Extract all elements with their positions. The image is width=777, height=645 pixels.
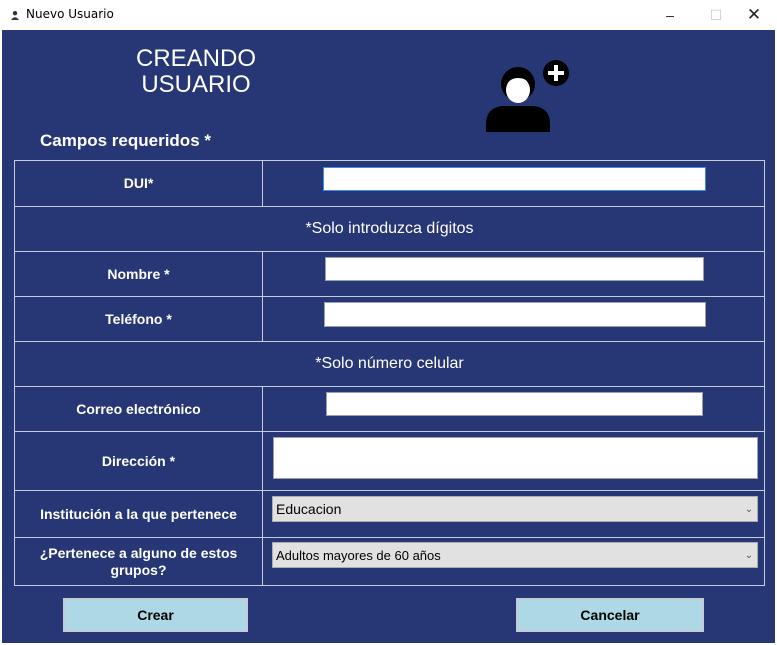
- window-title: Nuevo Usuario: [26, 7, 114, 21]
- correo-input[interactable]: [326, 392, 703, 416]
- app-window: Nuevo Usuario – ☐ ✕ CREANDO USUARIO Camp…: [0, 0, 777, 645]
- minimize-button[interactable]: –: [647, 0, 693, 30]
- institucion-row: Institución a la que pertenece Educacion…: [15, 491, 764, 538]
- correo-row: Correo electrónico: [15, 387, 764, 432]
- app-icon: [11, 11, 19, 20]
- telefono-note-row: *Solo número celular: [15, 342, 764, 387]
- title-bar: Nuevo Usuario – ☐ ✕: [0, 0, 777, 30]
- page-title-line1: CREANDO: [135, 45, 256, 72]
- page-title-line2: USUARIO: [141, 71, 251, 98]
- nombre-input[interactable]: [325, 257, 704, 281]
- cancelar-button[interactable]: Cancelar: [516, 598, 704, 632]
- dui-input[interactable]: [323, 167, 706, 191]
- grupo-row: ¿Pertenece a alguno de estos grupos? Adu…: [15, 538, 764, 585]
- form-panel: CREANDO USUARIO Campos requeridos * DUI*…: [2, 30, 775, 643]
- institucion-select[interactable]: Educacion ⌄: [272, 496, 758, 522]
- telefono-row: Teléfono *: [15, 297, 764, 342]
- chevron-down-icon: ⌄: [744, 549, 754, 561]
- required-fields-caption: Campos requeridos *: [40, 131, 211, 150]
- grupo-select[interactable]: Adultos mayores de 60 años ⌄: [272, 542, 758, 568]
- direccion-label: Dirección *: [15, 432, 263, 490]
- add-user-icon: [486, 60, 569, 132]
- telefono-input[interactable]: [324, 302, 706, 327]
- nombre-label: Nombre *: [15, 252, 263, 296]
- nombre-row: Nombre *: [15, 252, 764, 297]
- chevron-down-icon: ⌄: [744, 503, 754, 515]
- correo-label: Correo electrónico: [15, 387, 263, 431]
- institucion-selected-value: Educacion: [276, 501, 342, 517]
- direccion-input[interactable]: [273, 437, 758, 479]
- dui-label: DUI*: [15, 161, 263, 206]
- telefono-note: *Solo número celular: [315, 355, 464, 372]
- user-form-table: DUI* *Solo introduzca dígitos Nombre * T…: [14, 160, 765, 586]
- dui-row: DUI*: [15, 161, 764, 207]
- page-title: CREANDO USUARIO: [106, 46, 286, 98]
- direccion-row: Dirección *: [15, 432, 764, 491]
- dui-note-row: *Solo introduzca dígitos: [15, 207, 764, 252]
- dui-note: *Solo introduzca dígitos: [305, 220, 474, 237]
- telefono-label: Teléfono *: [15, 297, 263, 341]
- close-button[interactable]: ✕: [731, 0, 777, 30]
- grupo-label: ¿Pertenece a alguno de estos grupos?: [15, 538, 263, 585]
- crear-button[interactable]: Crear: [63, 598, 248, 632]
- grupo-selected-value: Adultos mayores de 60 años: [276, 547, 441, 563]
- institucion-label: Institución a la que pertenece: [15, 491, 263, 537]
